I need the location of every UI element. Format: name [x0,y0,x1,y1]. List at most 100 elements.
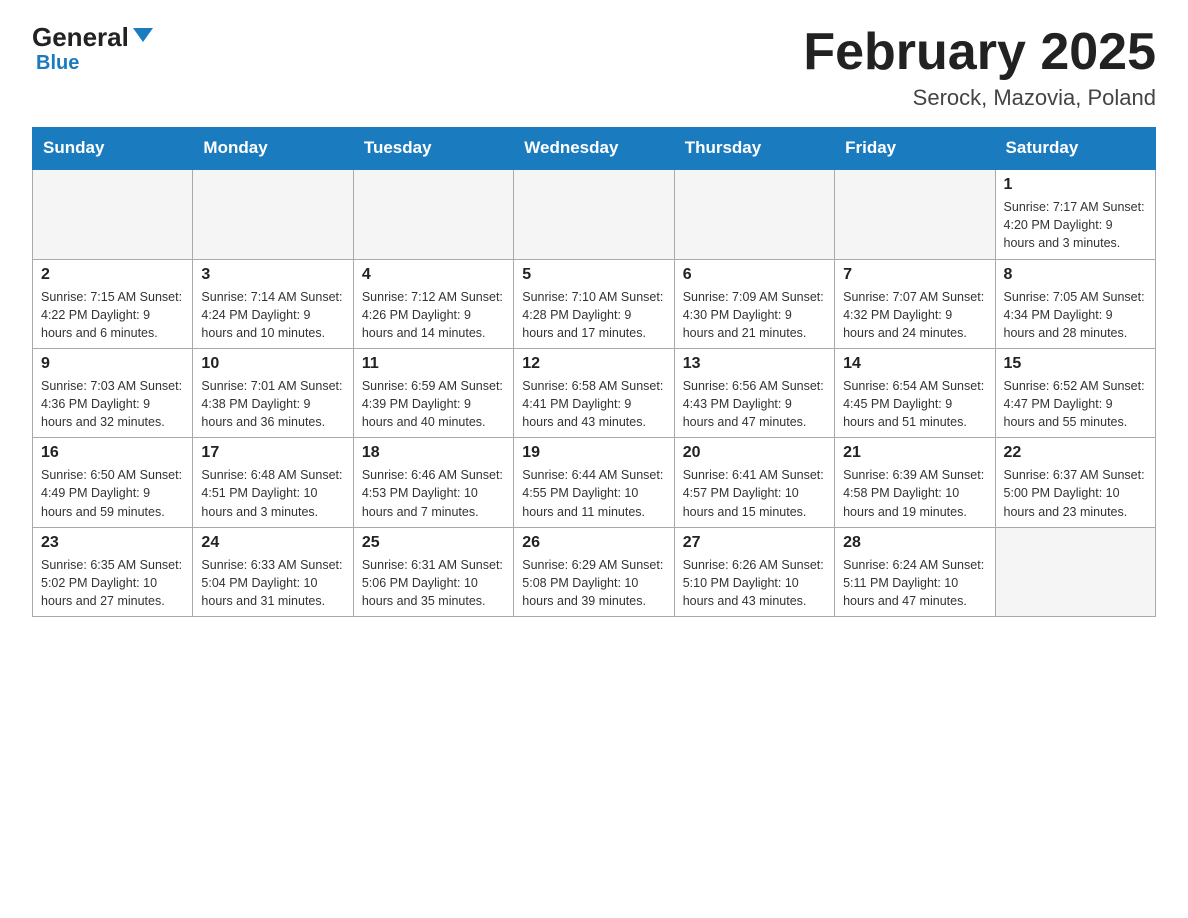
day-info: Sunrise: 7:15 AM Sunset: 4:22 PM Dayligh… [41,288,184,342]
calendar-header-friday: Friday [835,128,995,170]
day-number: 13 [683,355,826,373]
day-number: 24 [201,534,344,552]
calendar-cell [995,527,1155,616]
calendar-week-row: 2 Sunrise: 7:15 AM Sunset: 4:22 PM Daylig… [33,259,1156,348]
day-info: Sunrise: 6:54 AM Sunset: 4:45 PM Dayligh… [843,377,986,431]
day-number: 17 [201,444,344,462]
day-number: 16 [41,444,184,462]
calendar-cell: 18Sunrise: 6:46 AM Sunset: 4:53 PM Dayli… [353,438,513,527]
calendar-header-tuesday: Tuesday [353,128,513,170]
day-number: 2 [41,266,184,284]
day-info: Sunrise: 6:58 AM Sunset: 4:41 PM Dayligh… [522,377,665,431]
calendar-cell: 11Sunrise: 6:59 AM Sunset: 4:39 PM Dayli… [353,348,513,437]
day-number: 3 [201,266,344,284]
calendar-cell: 12 Sunrise: 6:58 AM Sunset: 4:41 PM Dayli… [514,348,674,437]
title-block: February 2025 Serock, Mazovia, Poland [803,24,1156,111]
day-number: 26 [522,534,665,552]
calendar-cell: 9Sunrise: 7:03 AM Sunset: 4:36 PM Daylig… [33,348,193,437]
calendar-cell: 13Sunrise: 6:56 AM Sunset: 4:43 PM Dayli… [674,348,834,437]
day-info: Sunrise: 6:24 AM Sunset: 5:11 PM Dayligh… [843,556,986,610]
day-number: 14 [843,355,986,373]
calendar-header-sunday: Sunday [33,128,193,170]
calendar-cell: 14 Sunrise: 6:54 AM Sunset: 4:45 PM Dayli… [835,348,995,437]
day-info: Sunrise: 7:05 AM Sunset: 4:34 PM Dayligh… [1004,288,1147,342]
day-number: 22 [1004,444,1147,462]
day-info: Sunrise: 7:17 AM Sunset: 4:20 PM Dayligh… [1004,198,1147,252]
calendar-header-monday: Monday [193,128,353,170]
calendar-cell: 17 Sunrise: 6:48 AM Sunset: 4:51 PM Dayli… [193,438,353,527]
day-info: Sunrise: 6:39 AM Sunset: 4:58 PM Dayligh… [843,466,986,520]
calendar-cell [193,169,353,259]
calendar-cell: 7Sunrise: 7:07 AM Sunset: 4:32 PM Daylig… [835,259,995,348]
calendar-cell: 4 Sunrise: 7:12 AM Sunset: 4:26 PM Daylig… [353,259,513,348]
day-info: Sunrise: 6:48 AM Sunset: 4:51 PM Dayligh… [201,466,344,520]
calendar-cell: 3 Sunrise: 7:14 AM Sunset: 4:24 PM Daylig… [193,259,353,348]
day-number: 19 [522,444,665,462]
day-info: Sunrise: 6:26 AM Sunset: 5:10 PM Dayligh… [683,556,826,610]
day-number: 1 [1004,176,1147,194]
calendar-cell: 21 Sunrise: 6:39 AM Sunset: 4:58 PM Dayli… [835,438,995,527]
logo-name-blue: Blue [36,52,79,75]
calendar-header-thursday: Thursday [674,128,834,170]
page-header: General Blue February 2025 Serock, Mazov… [32,24,1156,111]
day-number: 10 [201,355,344,373]
day-info: Sunrise: 7:10 AM Sunset: 4:28 PM Dayligh… [522,288,665,342]
calendar-cell: 1 Sunrise: 7:17 AM Sunset: 4:20 PM Daylig… [995,169,1155,259]
day-number: 5 [522,266,665,284]
day-number: 25 [362,534,505,552]
calendar-cell: 20Sunrise: 6:41 AM Sunset: 4:57 PM Dayli… [674,438,834,527]
calendar-header-saturday: Saturday [995,128,1155,170]
day-number: 9 [41,355,184,373]
day-number: 21 [843,444,986,462]
calendar-week-row: 1 Sunrise: 7:17 AM Sunset: 4:20 PM Daylig… [33,169,1156,259]
calendar-week-row: 23 Sunrise: 6:35 AM Sunset: 5:02 PM Dayli… [33,527,1156,616]
calendar-week-row: 16 Sunrise: 6:50 AM Sunset: 4:49 PM Dayli… [33,438,1156,527]
day-number: 7 [843,266,986,284]
calendar-cell: 22 Sunrise: 6:37 AM Sunset: 5:00 PM Dayli… [995,438,1155,527]
calendar-cell: 16 Sunrise: 6:50 AM Sunset: 4:49 PM Dayli… [33,438,193,527]
calendar-cell [353,169,513,259]
calendar-header-wednesday: Wednesday [514,128,674,170]
calendar-table: SundayMondayTuesdayWednesdayThursdayFrid… [32,127,1156,617]
calendar-cell: 10 Sunrise: 7:01 AM Sunset: 4:38 PM Dayli… [193,348,353,437]
day-info: Sunrise: 6:33 AM Sunset: 5:04 PM Dayligh… [201,556,344,610]
calendar-cell: 28Sunrise: 6:24 AM Sunset: 5:11 PM Dayli… [835,527,995,616]
logo-name-black: General [32,24,129,50]
day-number: 23 [41,534,184,552]
day-number: 12 [522,355,665,373]
calendar-cell [835,169,995,259]
day-info: Sunrise: 6:37 AM Sunset: 5:00 PM Dayligh… [1004,466,1147,520]
day-info: Sunrise: 6:46 AM Sunset: 4:53 PM Dayligh… [362,466,505,520]
calendar-cell: 25Sunrise: 6:31 AM Sunset: 5:06 PM Dayli… [353,527,513,616]
logo-triangle-icon [133,28,153,42]
day-info: Sunrise: 6:52 AM Sunset: 4:47 PM Dayligh… [1004,377,1147,431]
calendar-subtitle: Serock, Mazovia, Poland [803,85,1156,111]
day-info: Sunrise: 6:50 AM Sunset: 4:49 PM Dayligh… [41,466,184,520]
calendar-cell: 15 Sunrise: 6:52 AM Sunset: 4:47 PM Dayli… [995,348,1155,437]
day-info: Sunrise: 6:35 AM Sunset: 5:02 PM Dayligh… [41,556,184,610]
day-number: 15 [1004,355,1147,373]
day-number: 27 [683,534,826,552]
logo: General Blue [32,24,153,75]
day-number: 20 [683,444,826,462]
day-info: Sunrise: 7:12 AM Sunset: 4:26 PM Dayligh… [362,288,505,342]
day-number: 4 [362,266,505,284]
calendar-cell: 26 Sunrise: 6:29 AM Sunset: 5:08 PM Dayli… [514,527,674,616]
calendar-cell: 5 Sunrise: 7:10 AM Sunset: 4:28 PM Daylig… [514,259,674,348]
day-info: Sunrise: 6:59 AM Sunset: 4:39 PM Dayligh… [362,377,505,431]
calendar-cell: 27 Sunrise: 6:26 AM Sunset: 5:10 PM Dayli… [674,527,834,616]
day-info: Sunrise: 7:01 AM Sunset: 4:38 PM Dayligh… [201,377,344,431]
calendar-cell: 19 Sunrise: 6:44 AM Sunset: 4:55 PM Dayli… [514,438,674,527]
calendar-header-row: SundayMondayTuesdayWednesdayThursdayFrid… [33,128,1156,170]
day-info: Sunrise: 6:29 AM Sunset: 5:08 PM Dayligh… [522,556,665,610]
calendar-cell: 8 Sunrise: 7:05 AM Sunset: 4:34 PM Daylig… [995,259,1155,348]
calendar-cell [674,169,834,259]
calendar-cell [33,169,193,259]
day-info: Sunrise: 7:14 AM Sunset: 4:24 PM Dayligh… [201,288,344,342]
calendar-cell: 23 Sunrise: 6:35 AM Sunset: 5:02 PM Dayli… [33,527,193,616]
calendar-week-row: 9Sunrise: 7:03 AM Sunset: 4:36 PM Daylig… [33,348,1156,437]
day-number: 8 [1004,266,1147,284]
day-info: Sunrise: 6:44 AM Sunset: 4:55 PM Dayligh… [522,466,665,520]
calendar-cell: 6Sunrise: 7:09 AM Sunset: 4:30 PM Daylig… [674,259,834,348]
day-info: Sunrise: 7:09 AM Sunset: 4:30 PM Dayligh… [683,288,826,342]
